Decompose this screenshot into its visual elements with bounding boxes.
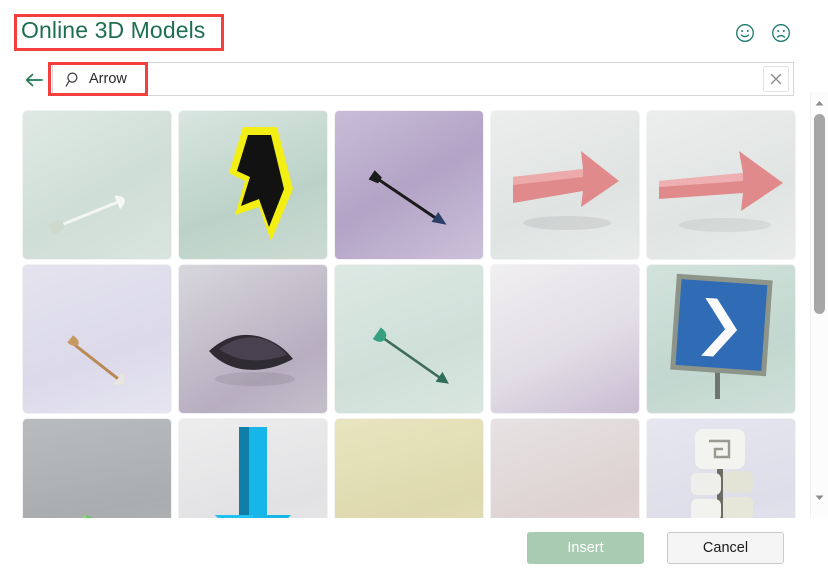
arrow-faint-icon <box>491 265 639 413</box>
arrow-cyan-down-icon <box>179 419 327 518</box>
results-scroll-area[interactable] <box>0 105 803 519</box>
model-thumbnail[interactable] <box>335 265 483 413</box>
scrollbar-thumb[interactable] <box>814 114 825 314</box>
model-thumbnail[interactable] <box>179 265 327 413</box>
arrow-yellow-bg-icon <box>335 419 483 518</box>
scroll-up-arrow-icon[interactable] <box>811 95 828 112</box>
feedback-icon-group <box>734 22 792 44</box>
arrow-yellow-black-icon <box>179 111 327 259</box>
model-thumbnail[interactable] <box>179 419 327 518</box>
vertical-scrollbar[interactable] <box>810 92 828 518</box>
insert-button[interactable]: Insert <box>527 532 644 564</box>
model-thumbnail[interactable] <box>647 111 795 259</box>
model-thumbnail[interactable] <box>23 419 171 518</box>
model-thumbnail[interactable] <box>491 111 639 259</box>
model-thumbnail[interactable] <box>335 111 483 259</box>
cancel-button[interactable]: Cancel <box>667 532 784 564</box>
online-3d-models-dialog: Online 3D Models Arrow Insert Cancel <box>0 0 828 578</box>
arrow-pink-bg-icon <box>491 419 639 518</box>
search-input[interactable]: Arrow <box>52 62 794 96</box>
arrow-road-sign-icon <box>647 265 795 413</box>
model-thumbnail[interactable] <box>23 265 171 413</box>
arrow-black-thin-icon <box>335 111 483 259</box>
back-arrow-icon[interactable] <box>22 68 46 92</box>
scroll-down-arrow-icon[interactable] <box>811 489 828 506</box>
frowny-face-icon[interactable] <box>770 22 792 44</box>
model-thumbnail[interactable] <box>647 419 795 518</box>
arrow-green-thin-icon <box>335 265 483 413</box>
arrow-wood-feather-icon <box>23 265 171 413</box>
search-input-value: Arrow <box>89 71 127 87</box>
model-thumbnail[interactable] <box>335 419 483 518</box>
smiley-face-icon[interactable] <box>734 22 756 44</box>
arrow-pink-long-icon <box>647 111 795 259</box>
arrow-pink-thick-icon <box>491 111 639 259</box>
search-row: Arrow <box>0 58 828 102</box>
model-thumbnail[interactable] <box>647 265 795 413</box>
dialog-footer: Insert Cancel <box>0 518 828 578</box>
clear-search-button[interactable] <box>763 66 789 92</box>
arrow-white-icon <box>23 111 171 259</box>
arrowhead-stone-icon <box>179 265 327 413</box>
model-thumbnail[interactable] <box>179 111 327 259</box>
arrow-green-flat-icon <box>23 419 171 518</box>
model-thumbnail[interactable] <box>491 419 639 518</box>
model-thumbnail[interactable] <box>491 265 639 413</box>
dialog-header: Online 3D Models <box>0 0 828 56</box>
model-thumbnail[interactable] <box>23 111 171 259</box>
search-icon <box>65 71 82 88</box>
results-grid <box>23 111 795 518</box>
arrow-stone-totem-icon <box>647 419 795 518</box>
page-title: Online 3D Models <box>21 17 206 43</box>
